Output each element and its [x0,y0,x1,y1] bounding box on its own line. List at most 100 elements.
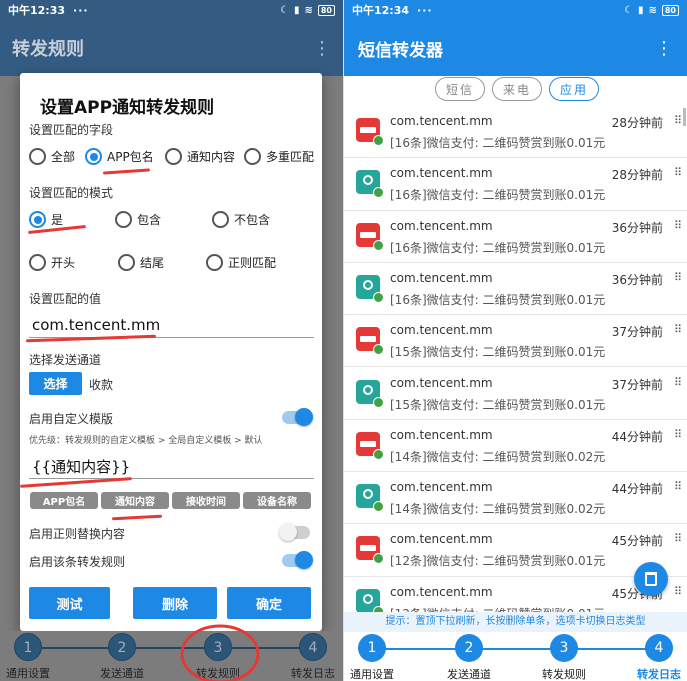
app-bar: 短信转发器 ⋮ [344,20,687,76]
more-vert-icon[interactable]: ⋮ [655,38,673,59]
scrollbar[interactable] [683,108,686,126]
step-channel[interactable]: 2 发送通道 [429,632,509,681]
log-package: com.tencent.mm [390,218,493,233]
log-type-tabs: 短信 来电 应用 [344,77,687,101]
list-item[interactable]: com.tencent.mm 36分钟前 [16条]微信支付: 二维码赞赏到账0.0… [344,263,687,316]
step-logs[interactable]: 4 转发日志 [273,631,343,681]
radio-field-all[interactable]: 全部 [29,148,75,165]
drag-handle-icon[interactable]: ⠿ [674,323,682,336]
custom-template-toggle[interactable] [282,408,313,426]
delete-all-button[interactable] [634,562,668,596]
chip-receive-time[interactable]: 接收时间 [172,492,240,509]
step-channel[interactable]: 2 发送通道 [82,631,162,681]
log-time: 36分钟前 [611,272,663,287]
log-time: 36分钟前 [611,220,663,235]
drag-handle-icon[interactable]: ⠿ [674,271,682,284]
chip-device-name[interactable]: 设备名称 [243,492,311,509]
match-value-input[interactable]: com.tencent.mm [32,316,160,334]
ok-button[interactable]: 确定 [227,587,311,619]
wifi-icon: ≋ [304,4,313,16]
radio-mode-is[interactable]: 是 [29,211,63,228]
list-item[interactable]: com.tencent.mm 44分钟前 [14条]微信支付: 二维码赞赏到账0.0… [344,472,687,525]
radio-mode-regex[interactable]: 正则匹配 [206,254,276,271]
list-item[interactable]: com.tencent.mm 28分钟前 [16条]微信支付: 二维码赞赏到账0.0… [344,106,687,159]
list-item[interactable]: com.tencent.mm 28分钟前 [16条]微信支付: 二维码赞赏到账0.0… [344,158,687,211]
drag-handle-icon[interactable]: ⠿ [674,166,682,179]
check-badge-icon [373,187,384,199]
forward-app-icon [356,222,384,251]
list-item[interactable]: com.tencent.mm 44分钟前 [14条]微信支付: 二维码赞赏到账0.0… [344,420,687,473]
log-time: 45分钟前 [611,534,663,549]
forward-app-icon [356,536,384,565]
radio-mode-starts[interactable]: 开头 [29,254,75,271]
radio-field-content[interactable]: 通知内容 [165,148,235,165]
status-dots: ··· [417,3,433,17]
delete-icon [645,572,657,586]
radio-mode-not-contains[interactable]: 不包含 [212,211,270,228]
log-package: com.tencent.mm [390,166,493,181]
test-button[interactable]: 测试 [29,587,110,619]
drag-handle-icon[interactable]: ⠿ [674,480,682,493]
status-time: 中午12:33 [8,4,66,17]
mode-label: 设置匹配的模式 [29,186,114,200]
regex-replace-toggle[interactable] [279,523,310,541]
check-badge-icon [373,344,384,356]
log-message: [12条]微信支付: 二维码赞赏到账0.01元 [390,605,605,612]
bottom-steps: 1 通用设置 2 发送通道 3 转发规则 4 转发日志 [344,632,687,681]
enable-rule-label: 启用该条转发规则 [29,555,126,569]
priority-hint: 优先级：转发规则的自定义模板 > 全局自定义模板 > 默认 [29,436,263,446]
app-bar-title: 短信转发器 [358,40,443,61]
tab-app[interactable]: 应用 [549,77,599,101]
chip-notification-content[interactable]: 通知内容 [101,492,169,509]
delete-button[interactable]: 删除 [133,587,217,619]
select-channel-button[interactable]: 选择 [29,372,82,395]
radio-mode-contains[interactable]: 包含 [115,211,161,228]
log-package: com.tencent.mm [390,375,493,390]
log-package: com.tencent.mm [390,427,493,442]
log-message: [14条]微信支付: 二维码赞赏到账0.02元 [390,449,606,464]
radio-field-multi[interactable]: 多重匹配 [244,148,314,165]
more-vert-icon[interactable]: ⋮ [313,38,331,59]
status-dots: ··· [73,3,89,17]
radio-mode-ends[interactable]: 结尾 [118,254,164,271]
check-badge-icon [373,448,384,460]
right-screen: 中午12:34 ··· ☾ ▮ ≋ 80 短信转发器 ⋮ 短信 来电 应用 co… [344,0,687,681]
step-rules[interactable]: 3 转发规则 [178,631,258,681]
step-logs[interactable]: 4 转发日志 [619,632,687,681]
drag-handle-icon[interactable]: ⠿ [674,428,682,441]
log-time: 37分钟前 [611,325,663,340]
list-item[interactable]: com.tencent.mm 37分钟前 [15条]微信支付: 二维码赞赏到账0.0… [344,368,687,420]
signal-icon: ▮ [637,4,644,16]
log-time: 37分钟前 [611,377,663,392]
log-package: com.tencent.mm [390,480,493,495]
status-bar: 中午12:33 ··· ☾ ▮ ≋ 80 [0,0,343,20]
drag-handle-icon[interactable]: ⠿ [674,532,682,545]
enable-rule-toggle[interactable] [282,551,313,569]
signal-icon: ▮ [293,4,300,16]
step-general[interactable]: 1 通用设置 [344,632,412,681]
tab-call[interactable]: 来电 [492,77,542,101]
check-badge-icon [373,501,384,513]
step-rules[interactable]: 3 转发规则 [524,632,604,681]
log-message: [15条]微信支付: 二维码赞赏到账0.01元 [390,345,606,360]
list-item[interactable]: com.tencent.mm 45分钟前 [12条]微信支付: 二维码赞赏到账0.0… [344,524,687,577]
drag-handle-icon[interactable]: ⠿ [674,219,682,232]
list-item[interactable]: com.tencent.mm 37分钟前 [15条]微信支付: 二维码赞赏到账0.0… [344,315,687,368]
template-input[interactable]: {{通知内容}} [32,456,130,477]
drag-handle-icon[interactable]: ⠿ [674,585,682,598]
battery-icon: 80 [661,4,679,16]
log-message: [14条]微信支付: 二维码赞赏到账0.02元 [390,502,606,517]
radio-field-package[interactable]: APP包名 [85,148,154,165]
tab-sms[interactable]: 短信 [435,77,485,101]
log-package: com.tencent.mm [390,532,493,547]
list-item[interactable]: com.tencent.mm 36分钟前 [16条]微信支付: 二维码赞赏到账0.0… [344,211,687,263]
drag-handle-icon[interactable]: ⠿ [674,376,682,389]
step-general[interactable]: 1 通用设置 [0,631,68,681]
log-list[interactable]: com.tencent.mm 28分钟前 [16条]微信支付: 二维码赞赏到账0.0… [344,106,687,612]
chip-package-name[interactable]: APP包名 [30,492,98,509]
drag-handle-icon[interactable]: ⠿ [674,114,682,127]
channel-label: 选择发送通道 [29,353,102,367]
status-bar: 中午12:34 ··· ☾ ▮ ≋ 80 [344,0,687,20]
dialog-title: 设置APP通知转发规则 [40,98,215,118]
hint-bar: 提示：置顶下拉刷新，长按删除单条，选项卡切换日志类型 [344,612,687,632]
